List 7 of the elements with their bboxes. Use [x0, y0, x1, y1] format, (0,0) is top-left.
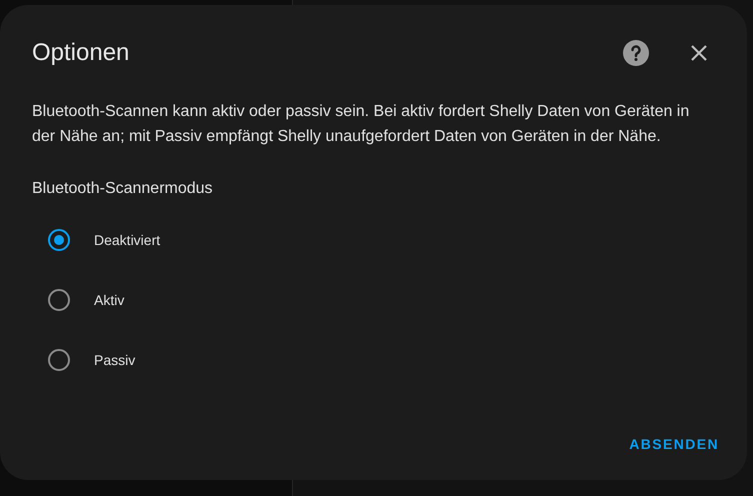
- dialog-title: Optionen: [32, 39, 130, 67]
- radio-option[interactable]: Deaktiviert: [32, 210, 160, 270]
- submit-button[interactable]: ABSENDEN: [625, 430, 723, 458]
- field-label: Bluetooth-Scannermodus: [32, 180, 214, 198]
- description-text: Bluetooth-Scannen kann aktiv oder passiv sein. Bei aktiv fordert Shelly Daten von Geräten in der Nähe an; mit Passiv empfängt Shelly unaufgefordert Daten von Geräten in der Nähe.: [32, 102, 690, 147]
- radio-option[interactable]: Aktiv: [32, 270, 124, 330]
- radio-option[interactable]: Passiv: [32, 330, 136, 390]
